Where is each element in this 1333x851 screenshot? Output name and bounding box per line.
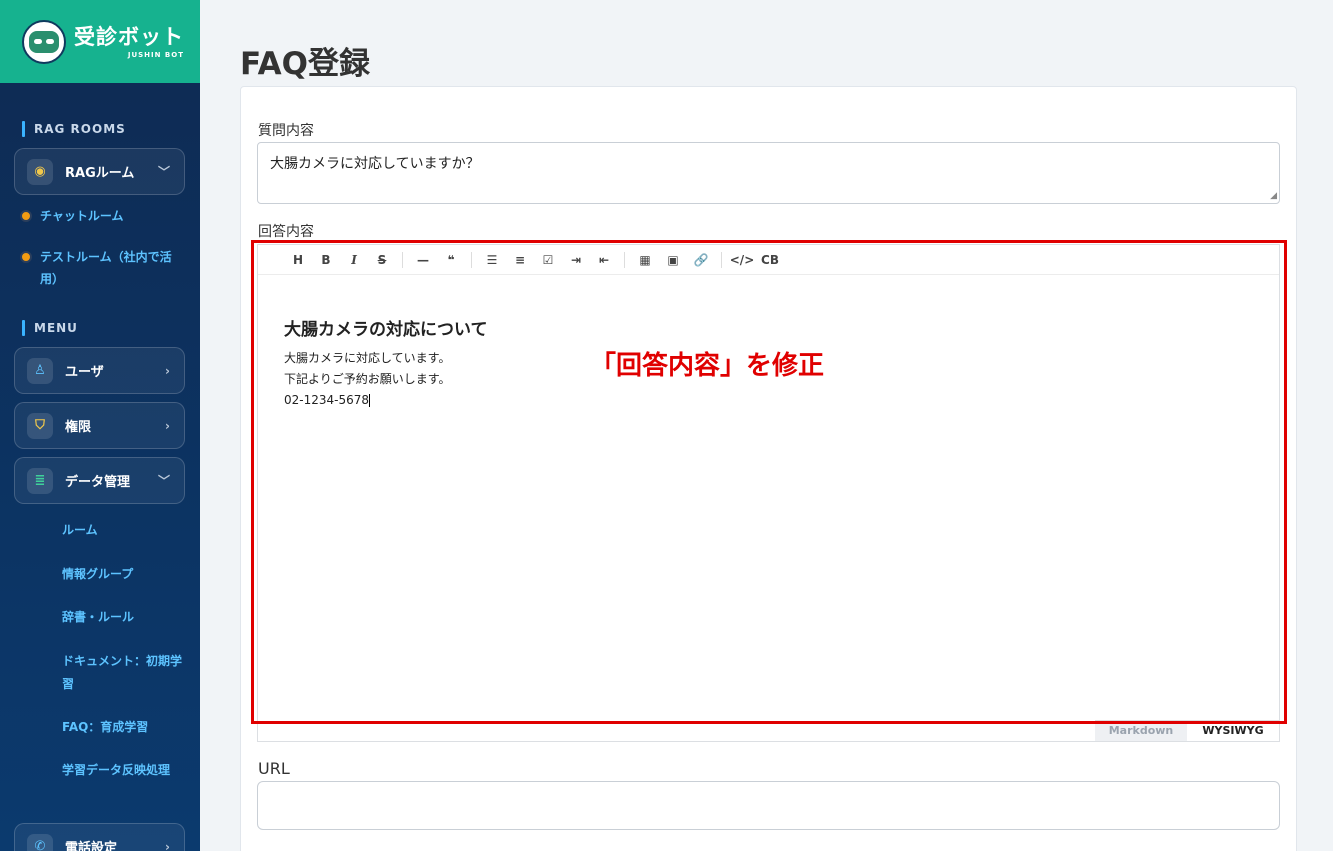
horizontal-rule-icon[interactable]: — <box>409 253 437 267</box>
code-icon[interactable]: </> <box>728 253 756 267</box>
sidebar-item-dictionary[interactable]: 辞書・ルール <box>62 606 182 629</box>
task-list-icon[interactable]: ☑ <box>534 253 562 267</box>
answer-line: 02-1234-5678 <box>284 393 370 407</box>
indent-icon[interactable]: ⇥ <box>562 253 590 267</box>
database-icon: ≣ <box>27 467 53 494</box>
rag-section-label: RAG ROOMS <box>22 121 126 137</box>
logo-title: 受診ボット <box>74 24 184 49</box>
italic-icon[interactable]: I <box>340 253 368 267</box>
sidebar-item-rag-room[interactable]: ◉ RAGルーム ﹀ <box>14 148 185 195</box>
answer-label: 回答内容 <box>258 224 314 240</box>
strikethrough-icon[interactable]: S <box>368 253 396 267</box>
question-label: 質問内容 <box>258 123 314 139</box>
sidebar-item-rooms[interactable]: ルーム <box>62 519 182 542</box>
tab-markdown[interactable]: Markdown <box>1095 721 1187 741</box>
editor-toolbar: H B I S — ❝ ☰ ≡ ☑ ⇥ ⇤ ▦ ▣ 🔗 </> CB <box>258 245 1279 275</box>
logo-subtitle: JUSHIN BOT <box>127 50 184 59</box>
menu-section-label: MENU <box>22 320 78 336</box>
shield-icon: ⛉ <box>27 412 53 439</box>
chevron-down-icon: ﹀ <box>157 474 170 488</box>
tab-wysiwyg[interactable]: WYSIWYG <box>1187 721 1279 741</box>
numbered-list-icon[interactable]: ≡ <box>506 253 534 267</box>
status-dot-icon <box>20 210 32 222</box>
sidebar-item-users[interactable]: ♙ ユーザ › <box>14 347 185 394</box>
table-icon[interactable]: ▦ <box>631 253 659 267</box>
answer-heading: 大腸カメラの対応について <box>284 320 488 340</box>
chevron-right-icon: › <box>165 363 170 378</box>
database-icon: ◉ <box>27 158 53 185</box>
chevron-down-icon: ﹀ <box>157 165 170 179</box>
heading-icon[interactable]: H <box>284 253 312 267</box>
chevron-right-icon: › <box>165 418 170 433</box>
outdent-icon[interactable]: ⇤ <box>590 253 618 267</box>
page-title: FAQ登録 <box>240 46 370 82</box>
user-icon: ♙ <box>27 357 53 384</box>
logo[interactable]: 受診ボット JUSHIN BOT <box>0 0 200 83</box>
robot-logo-icon <box>22 19 66 64</box>
sidebar-item-chat-room[interactable]: チャットルーム <box>20 205 124 227</box>
sidebar-item-faq[interactable]: FAQ：育成学習 <box>62 716 182 739</box>
editor-mode-switch: Markdown WYSIWYG <box>1095 720 1279 741</box>
sidebar-item-data-management[interactable]: ≣ データ管理 ﹀ <box>14 457 185 504</box>
sidebar-item-learning-data[interactable]: 学習データ反映処理 <box>62 759 182 782</box>
status-dot-icon <box>20 251 32 263</box>
question-input[interactable]: 大腸カメラに対応していますか？ ◢ <box>257 142 1280 204</box>
answer-editor[interactable]: H B I S — ❝ ☰ ≡ ☑ ⇥ ⇤ ▦ ▣ 🔗 </> CB 大腸カメラ… <box>257 244 1280 742</box>
bullet-list-icon[interactable]: ☰ <box>478 253 506 267</box>
phone-icon: ✆ <box>27 833 53 851</box>
chevron-right-icon: › <box>165 839 170 851</box>
image-icon[interactable]: ▣ <box>659 253 687 267</box>
editor-content[interactable]: 大腸カメラの対応について 大腸カメラに対応しています。 下記よりご予約お願いしま… <box>258 275 1279 411</box>
sidebar: 受診ボット JUSHIN BOT RAG ROOMS ◉ RAGルーム ﹀ チャ… <box>0 0 200 851</box>
sidebar-item-documents[interactable]: ドキュメント：初期学習 <box>62 650 182 696</box>
sidebar-item-label: RAGルーム <box>65 166 135 181</box>
code-block-icon[interactable]: CB <box>756 253 784 267</box>
sidebar-item-test-room[interactable]: テストルーム（社内で活用） <box>20 246 180 290</box>
sidebar-item-info-groups[interactable]: 情報グループ <box>62 563 182 586</box>
sidebar-item-permissions[interactable]: ⛉ 権限 › <box>14 402 185 449</box>
url-input[interactable] <box>257 781 1280 830</box>
question-value: 大腸カメラに対応していますか？ <box>270 156 480 172</box>
link-icon[interactable]: 🔗 <box>687 253 715 267</box>
quote-icon[interactable]: ❝ <box>437 253 465 267</box>
resize-handle-icon[interactable]: ◢ <box>1270 191 1277 201</box>
text-caret <box>369 394 371 407</box>
sidebar-item-phone[interactable]: ✆ 電話設定 › <box>14 823 185 851</box>
annotation-text: 「回答内容」を修正 <box>590 351 825 381</box>
url-label: URL <box>258 759 290 778</box>
bold-icon[interactable]: B <box>312 253 340 267</box>
